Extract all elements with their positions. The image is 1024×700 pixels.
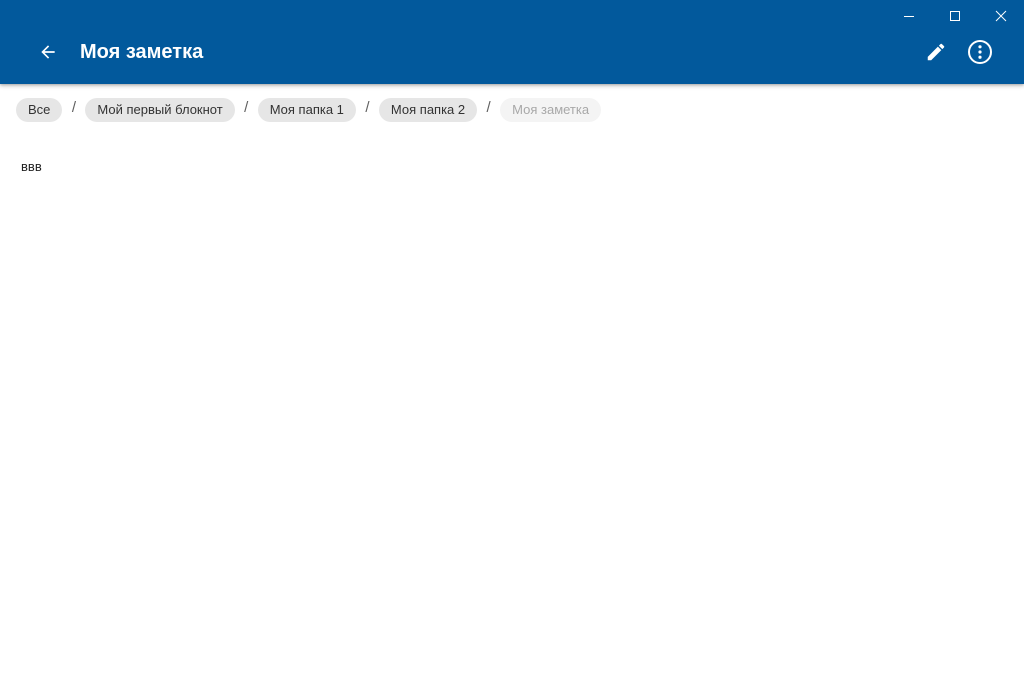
breadcrumb-separator: / (244, 99, 249, 116)
maximize-button[interactable] (932, 0, 978, 32)
minimize-icon (904, 16, 914, 17)
breadcrumb-item-folder-1[interactable]: Моя папка 1 (257, 98, 356, 122)
page-title: Моя заметка (80, 41, 204, 63)
edit-button[interactable] (916, 32, 956, 72)
more-vertical-circle-icon (968, 40, 992, 64)
breadcrumb-item-folder-2[interactable]: Моя папка 2 (378, 98, 478, 122)
breadcrumb-separator: / (486, 99, 491, 116)
breadcrumb-separator: / (71, 99, 76, 116)
back-button[interactable] (28, 32, 68, 72)
arrow-left-icon (41, 45, 55, 59)
breadcrumb-separator: / (365, 99, 370, 116)
pencil-icon (927, 43, 945, 61)
window-controls (886, 0, 1024, 32)
maximize-icon (950, 11, 960, 21)
app-bar: Моя заметка (0, 0, 1024, 84)
close-window-button[interactable] (978, 0, 1024, 32)
more-options-button[interactable] (960, 32, 1000, 72)
close-icon (995, 10, 1007, 22)
breadcrumb: Все / Мой первый блокнот / Моя папка 1 /… (16, 98, 602, 122)
breadcrumb-item-current-note: Моя заметка (500, 98, 602, 122)
minimize-button[interactable] (886, 0, 932, 32)
breadcrumb-item-all[interactable]: Все (16, 98, 63, 122)
breadcrumb-item-notebook[interactable]: Мой первый блокнот (85, 98, 235, 122)
note-content[interactable]: ввв (21, 158, 42, 176)
